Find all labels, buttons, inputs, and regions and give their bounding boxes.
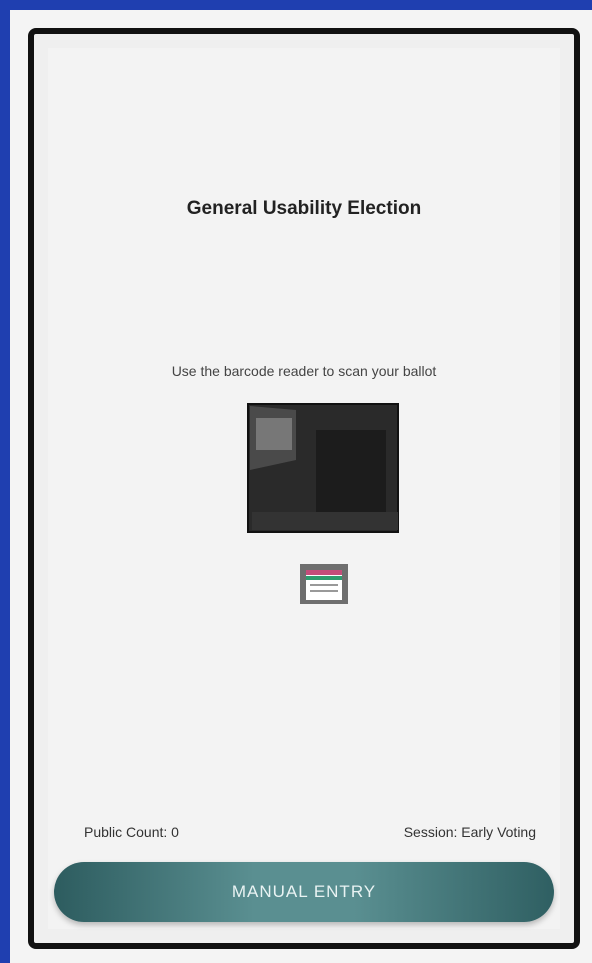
public-count: Public Count: 0 [84,824,179,840]
scan-instruction: Use the barcode reader to scan your ball… [171,363,437,379]
kiosk-device: General Usability Election Use the barco… [28,28,580,949]
kiosk-screen: General Usability Election Use the barco… [48,48,560,929]
election-title: General Usability Election [186,198,422,219]
ballot-sheet-icon [300,564,348,604]
ballot-scanner-icon [247,403,399,533]
manual-entry-button[interactable]: MANUAL ENTRY [54,862,554,922]
session-label: Session: Early Voting [403,824,536,840]
status-row: Public Count: 0 Session: Early Voting [84,824,536,840]
